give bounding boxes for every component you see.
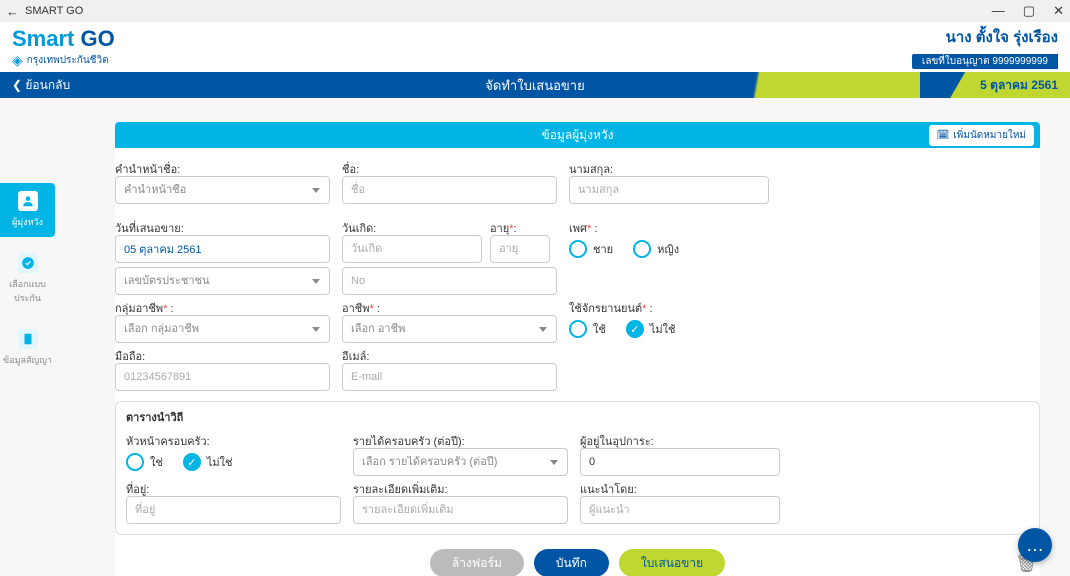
window-titlebar: ← SMART GO — ▢ ✕ bbox=[0, 0, 1070, 22]
label-motorcycle: ใช้จักรยานยนต์* : bbox=[569, 299, 769, 313]
calendar-icon: 🗓 bbox=[937, 130, 950, 141]
agent-name: นาง ตั้งใจ รุ่งเรือง bbox=[912, 25, 1058, 49]
label-household-head: หัวหน้าครอบครัว: bbox=[126, 432, 341, 446]
address-input[interactable] bbox=[126, 496, 341, 524]
page-navbar: ❮ ย้อนกลับ จัดทำใบเสนอขาย 5 ตุลาคม 2561 bbox=[0, 72, 1070, 98]
person-icon bbox=[18, 191, 38, 211]
app-name: SMART GO bbox=[25, 5, 992, 17]
income-select[interactable]: เลือก รายได้ครอบครัว (ต่อปี) bbox=[353, 448, 568, 476]
details-input[interactable] bbox=[353, 496, 568, 524]
license-badge: เลขที่ใบอนุญาต 9999999999 bbox=[912, 54, 1058, 69]
nav-accent bbox=[620, 72, 920, 98]
label-lastname: นามสกุล: bbox=[569, 160, 769, 174]
firstname-input[interactable] bbox=[342, 176, 557, 204]
logo-smart: Smart bbox=[12, 26, 74, 51]
clear-button[interactable]: ล้างฟอร์ม bbox=[430, 549, 524, 576]
company-name: กรุงเทพประกันชีวิต bbox=[27, 53, 109, 68]
label-occ-group: กลุ่มอาชีพ* : bbox=[115, 299, 330, 313]
form-footer: ล้างฟอร์ม บันทึก ใบเสนอขาย 🗑 bbox=[115, 537, 1040, 576]
label-gender: เพศ* : bbox=[569, 219, 769, 233]
section-header: ข้อมูลผู้มุ่งหวัง 🗓 เพิ่มนัดหมายใหม่ bbox=[115, 122, 1040, 148]
save-button[interactable]: บันทึก bbox=[534, 549, 609, 576]
current-date: 5 ตุลาคม 2561 bbox=[950, 72, 1070, 98]
id-type-select[interactable]: เลขบัตรประชาชน bbox=[115, 267, 330, 295]
head-yes-radio[interactable]: ใช่ bbox=[126, 453, 163, 471]
label-address: ที่อยู่: bbox=[126, 480, 341, 494]
label-prefix: คำนำหน้าชื่อ: bbox=[115, 160, 330, 174]
label-details: รายละเอียดเพิ่มเติม: bbox=[353, 480, 568, 494]
lifestyle-title: ตารางนำวิถี bbox=[126, 408, 1029, 426]
section-title: ข้อมูลผู้มุ่งหวัง bbox=[542, 126, 614, 145]
logo-go: GO bbox=[74, 26, 114, 51]
app-logo: Smart GO ◈ กรุงเทพประกันชีวิต bbox=[12, 26, 115, 69]
left-nav: ผู้มุ่งหวัง เลือกแบบประกัน ข้อมูลสัญญา bbox=[0, 98, 55, 576]
occupation-select[interactable]: เลือก อาชีพ bbox=[342, 315, 557, 343]
nav-tab-contract[interactable]: ข้อมูลสัญญา bbox=[0, 321, 55, 375]
motorcycle-no-radio[interactable]: ไม่ใช้ bbox=[626, 320, 676, 338]
label-dependents: ผู้อยู่ในอุปการะ: bbox=[580, 432, 780, 446]
birthdate-input[interactable] bbox=[342, 235, 482, 263]
occ-group-select[interactable]: เลือก กลุ่มอาชีพ bbox=[115, 315, 330, 343]
firstname-error bbox=[342, 205, 557, 215]
email-input[interactable] bbox=[342, 363, 557, 391]
form-body: คำนำหน้าชื่อ: คำนำหน้าชื่อ ชื่อ: นามสกุล… bbox=[115, 148, 1040, 576]
chevron-left-icon: ❮ bbox=[12, 78, 25, 92]
label-birthdate: วันเกิด: bbox=[342, 219, 482, 233]
main-panel: ข้อมูลผู้มุ่งหวัง 🗓 เพิ่มนัดหมายใหม่ คำน… bbox=[55, 98, 1070, 576]
mobile-input[interactable] bbox=[115, 363, 330, 391]
label-email: อีเมล์: bbox=[342, 347, 557, 361]
check-icon bbox=[18, 253, 38, 273]
label-propose-date: วันที่เสนอขาย: bbox=[115, 219, 330, 233]
maximize-button[interactable]: ▢ bbox=[1023, 3, 1035, 19]
quote-button[interactable]: ใบเสนอขาย bbox=[619, 549, 725, 576]
dependents-input[interactable] bbox=[580, 448, 780, 476]
prefix-select[interactable]: คำนำหน้าชื่อ bbox=[115, 176, 330, 204]
label-firstname: ชื่อ: bbox=[342, 160, 557, 174]
head-no-radio[interactable]: ไม่ใช่ bbox=[183, 453, 233, 471]
motorcycle-yes-radio[interactable]: ใช้ bbox=[569, 320, 606, 338]
label-occupation: อาชีพ* : bbox=[342, 299, 557, 313]
id-no-input[interactable] bbox=[342, 267, 557, 295]
minimize-button[interactable]: — bbox=[992, 3, 1005, 19]
document-icon bbox=[18, 329, 38, 349]
page-title: จัดทำใบเสนอขาย bbox=[485, 75, 584, 96]
nav-tab-prospect[interactable]: ผู้มุ่งหวัง bbox=[0, 183, 55, 237]
back-arrow-icon[interactable]: ← bbox=[6, 4, 19, 19]
close-button[interactable]: ✕ bbox=[1053, 3, 1064, 19]
lifestyle-subsection: ตารางนำวิถี หัวหน้าครอบครัว: ใช่ ไม่ใช่ … bbox=[115, 401, 1040, 535]
propose-date-input[interactable] bbox=[115, 235, 330, 263]
diamond-icon: ◈ bbox=[12, 52, 23, 69]
window-controls: — ▢ ✕ bbox=[992, 3, 1064, 19]
nav-tab-plan[interactable]: เลือกแบบประกัน bbox=[0, 245, 55, 313]
fab-button[interactable]: … bbox=[1018, 528, 1052, 562]
gender-male-radio[interactable]: ชาย bbox=[569, 240, 613, 258]
content-area: ผู้มุ่งหวัง เลือกแบบประกัน ข้อมูลสัญญา ข… bbox=[0, 98, 1070, 576]
label-referrer: แนะนำโดย: bbox=[580, 480, 780, 494]
navbar-back-link[interactable]: ❮ ย้อนกลับ bbox=[0, 76, 82, 95]
agent-info: นาง ตั้งใจ รุ่งเรือง เลขที่ใบอนุญาต 9999… bbox=[912, 25, 1058, 69]
referrer-input[interactable] bbox=[580, 496, 780, 524]
label-mobile: มือถือ: bbox=[115, 347, 330, 361]
lastname-input[interactable] bbox=[569, 176, 769, 204]
new-appointment-button[interactable]: 🗓 เพิ่มนัดหมายใหม่ bbox=[929, 125, 1034, 146]
brand-bar: Smart GO ◈ กรุงเทพประกันชีวิต นาง ตั้งใจ… bbox=[0, 22, 1070, 72]
age-input[interactable] bbox=[490, 235, 550, 263]
gender-female-radio[interactable]: หญิง bbox=[633, 240, 679, 258]
label-household-income: รายได้ครอบครัว (ต่อปี): bbox=[353, 432, 568, 446]
label-age: อายุ*: bbox=[490, 219, 550, 233]
